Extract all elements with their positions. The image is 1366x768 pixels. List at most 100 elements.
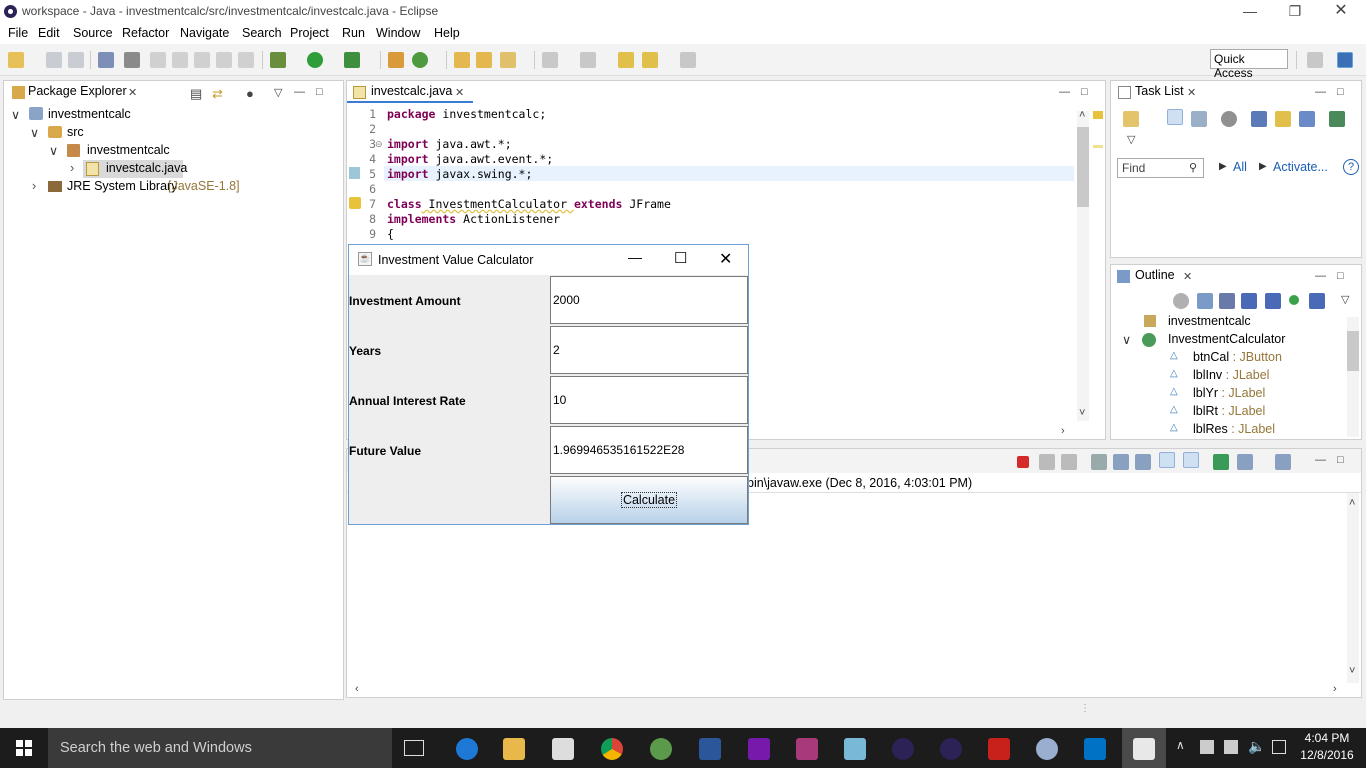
tree-project[interactable]: investmentcalc <box>48 107 131 121</box>
save-all-icon[interactable] <box>68 52 84 68</box>
show-stderr-icon[interactable] <box>1183 452 1199 468</box>
onenote-icon[interactable] <box>748 738 770 760</box>
debug-icon[interactable] <box>270 52 286 68</box>
hide-completed-icon[interactable] <box>1251 111 1267 127</box>
remove-all-icon[interactable] <box>1061 454 1077 470</box>
windows-start-icon[interactable] <box>16 740 32 756</box>
globe-icon[interactable] <box>650 738 672 760</box>
menu-file[interactable]: File <box>8 26 28 40</box>
chevron-down-icon[interactable]: ∨ <box>11 107 20 122</box>
minimize-view-icon[interactable]: — <box>1315 454 1326 466</box>
chevron-up-icon[interactable]: ∧ <box>1176 738 1185 752</box>
wifi-icon[interactable] <box>1224 740 1238 754</box>
maximize-view-icon[interactable]: □ <box>1337 270 1344 282</box>
search-icon[interactable] <box>500 52 516 68</box>
java-perspective-icon[interactable] <box>1337 52 1353 68</box>
eclipse-taskbar-icon[interactable] <box>940 738 962 760</box>
view-menu-icon[interactable]: ▽ <box>1127 133 1135 146</box>
scrollbar-thumb[interactable] <box>1347 331 1359 371</box>
quick-access-field[interactable]: Quick Access <box>1210 49 1288 80</box>
terminate-icon[interactable] <box>1017 456 1029 468</box>
maximize-icon[interactable]: ☐ <box>674 249 687 267</box>
run-icon[interactable] <box>307 52 323 68</box>
tree-package[interactable]: investmentcalc <box>87 143 170 157</box>
tab-package-explorer[interactable]: Package Explorer <box>28 84 127 106</box>
focus-icon[interactable] <box>1221 111 1237 127</box>
focus-icon[interactable] <box>1173 293 1189 309</box>
clock-date[interactable]: 12/8/2016 <box>1300 748 1354 762</box>
hide-static-icon[interactable] <box>1265 293 1281 309</box>
scheduled-icon[interactable] <box>1191 111 1207 127</box>
tree-src[interactable]: src <box>67 125 84 139</box>
investment-amount-field[interactable]: 2000 <box>550 276 748 324</box>
view-menu-icon[interactable]: ▽ <box>274 86 282 99</box>
menu-search[interactable]: Search <box>242 26 282 40</box>
new-java-project-icon[interactable] <box>388 52 404 68</box>
pin-console-icon[interactable] <box>1213 454 1229 470</box>
next-annotation-icon[interactable] <box>542 52 558 68</box>
all-link[interactable]: All <box>1233 160 1247 174</box>
word-icon[interactable] <box>699 738 721 760</box>
search-icon[interactable]: ⚲ <box>1189 161 1197 174</box>
collapse-all-icon[interactable]: ▤ <box>190 86 202 102</box>
outlook-icon[interactable] <box>1084 738 1106 760</box>
categorized-icon[interactable] <box>1167 109 1183 125</box>
hide-nonpublic-icon[interactable] <box>1289 295 1299 305</box>
outline-member[interactable]: lblInv : JLabel <box>1193 368 1269 382</box>
scroll-up-icon[interactable]: ˄ <box>1079 109 1085 121</box>
notification-icon[interactable] <box>1272 740 1286 754</box>
chevron-right-icon[interactable]: › <box>32 179 36 193</box>
close-tab-icon[interactable]: ✕ <box>1187 86 1196 99</box>
activate-link[interactable]: Activate... <box>1273 160 1328 174</box>
outline-member[interactable]: lblRt : JLabel <box>1193 404 1265 418</box>
task-settings-icon[interactable] <box>1329 111 1345 127</box>
hide-local-icon[interactable] <box>1309 293 1325 309</box>
close-tab-icon[interactable]: ✕ <box>455 86 464 99</box>
display-console-icon[interactable] <box>1237 454 1253 470</box>
java-cup-icon[interactable] <box>1133 738 1155 760</box>
open-perspective-icon[interactable] <box>1307 52 1323 68</box>
pin-icon[interactable] <box>124 52 140 68</box>
fold-icon[interactable]: ⊝ <box>375 139 383 150</box>
help-icon[interactable]: ? <box>1343 159 1359 175</box>
chevron-right-icon[interactable]: › <box>70 161 74 175</box>
word-wrap-icon[interactable] <box>1135 454 1151 470</box>
scroll-down-icon[interactable]: ˅ <box>1079 407 1085 419</box>
tab-task-list[interactable]: Task List <box>1135 84 1184 106</box>
tab-investcalc-java[interactable]: investcalc.java <box>371 84 452 106</box>
outline-member[interactable]: btnCal : JButton <box>1193 350 1282 364</box>
format-icon[interactable] <box>194 52 210 68</box>
tab-outline[interactable]: Outline <box>1135 268 1175 290</box>
close-tab-icon[interactable]: ✕ <box>128 86 137 99</box>
scroll-lock-icon[interactable] <box>1113 454 1129 470</box>
run-external-icon[interactable] <box>344 52 360 68</box>
interest-rate-field[interactable]: 10 <box>550 376 748 424</box>
minimize-view-icon[interactable]: — <box>1315 86 1326 98</box>
close-icon[interactable]: ✕ <box>1318 0 1364 24</box>
eclipse-taskbar-icon[interactable] <box>892 738 914 760</box>
menu-run[interactable]: Run <box>342 26 365 40</box>
hide-fields-icon[interactable] <box>1241 293 1257 309</box>
minimize-icon[interactable]: — <box>628 249 642 265</box>
chrome-icon[interactable] <box>601 738 623 760</box>
open-console-icon[interactable] <box>1275 454 1291 470</box>
outline-member[interactable]: lblYr : JLabel <box>1193 386 1265 400</box>
toggle-icon[interactable] <box>172 52 188 68</box>
console-scrollbar[interactable] <box>1347 493 1359 683</box>
chevron-down-icon[interactable]: ∨ <box>30 125 39 140</box>
menu-navigate[interactable]: Navigate <box>180 26 229 40</box>
minimize-view-icon[interactable]: — <box>1059 86 1070 98</box>
task-view-icon[interactable] <box>404 740 424 756</box>
maximize-view-icon[interactable]: □ <box>316 86 323 98</box>
filter-icon[interactable]: ● <box>246 86 254 101</box>
clear-console-icon[interactable] <box>1091 454 1107 470</box>
show-stdout-icon[interactable] <box>1159 452 1175 468</box>
minimize-view-icon[interactable]: — <box>1315 270 1326 282</box>
minimize-icon[interactable]: — <box>1227 0 1273 24</box>
paint-icon[interactable] <box>1036 738 1058 760</box>
view-menu-icon[interactable]: ▽ <box>1341 293 1349 306</box>
scrollbar-thumb[interactable] <box>1077 127 1089 207</box>
store-icon[interactable] <box>552 738 574 760</box>
menu-project[interactable]: Project <box>290 26 329 40</box>
acrobat-icon[interactable] <box>988 738 1010 760</box>
